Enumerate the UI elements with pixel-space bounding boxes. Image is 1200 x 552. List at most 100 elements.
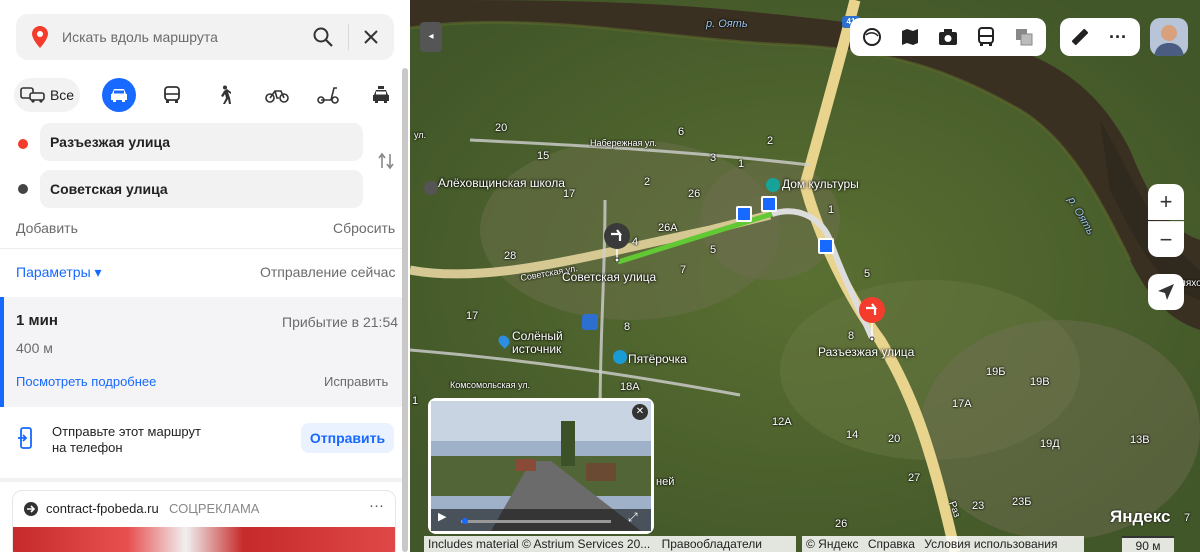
house-number: 20 bbox=[888, 433, 901, 445]
street-label: Комсомольская ул. bbox=[450, 380, 531, 390]
parameters-button[interactable]: Параметры ▾ bbox=[16, 264, 102, 281]
my-location-button[interactable] bbox=[1148, 274, 1184, 310]
panel-scrollbar[interactable] bbox=[402, 68, 408, 552]
mode-bus-button[interactable] bbox=[160, 78, 184, 112]
poi-store[interactable]: Пятёрочка bbox=[628, 352, 687, 366]
poi-culture-house[interactable]: Дом культуры bbox=[782, 177, 859, 191]
store-icon[interactable] bbox=[613, 350, 627, 364]
mode-scooter-button[interactable] bbox=[316, 78, 340, 112]
more-icon[interactable]: ··· bbox=[1104, 23, 1132, 51]
search-input[interactable]: Искать вдоль маршрута bbox=[62, 29, 218, 45]
divider bbox=[0, 248, 404, 249]
search-icon[interactable] bbox=[310, 24, 336, 50]
street-view-preview[interactable]: ▶ ⤢ ✕ ней bbox=[428, 398, 674, 534]
house-number: 13В bbox=[1130, 434, 1150, 446]
house-number: 19Б bbox=[986, 366, 1006, 378]
house-number: 2 bbox=[767, 135, 774, 147]
traffic-icon[interactable] bbox=[896, 23, 924, 51]
swap-icon[interactable] bbox=[378, 152, 394, 170]
zoom-out-button[interactable]: − bbox=[1148, 221, 1184, 257]
house-number: 8 bbox=[848, 330, 855, 342]
ad-banner-image bbox=[13, 527, 395, 552]
house-number: 14 bbox=[846, 429, 859, 441]
collapse-panel-button[interactable]: ◂ bbox=[420, 22, 442, 52]
map-canvas[interactable]: р. Оять р. Оять Набережная ул. Советская… bbox=[410, 0, 1200, 552]
taxi-icon bbox=[373, 86, 389, 103]
panorama-icon[interactable] bbox=[858, 23, 886, 51]
imagery-attribution: Includes material © Astrium Services 20.… bbox=[428, 537, 651, 551]
museum-icon[interactable] bbox=[766, 178, 780, 192]
attribution-bar: Includes material © Astrium Services 20.… bbox=[424, 536, 796, 552]
house-number: 1 bbox=[412, 395, 419, 407]
school-icon[interactable] bbox=[424, 181, 438, 195]
send-route-text-line1: Отправьте этот маршрут bbox=[52, 424, 201, 439]
poi-spring[interactable]: Солёный источник bbox=[512, 330, 580, 356]
reset-route-link[interactable]: Сбросить bbox=[333, 220, 395, 236]
route-end-label: Разъезжая улица bbox=[818, 345, 915, 359]
add-waypoint-link[interactable]: Добавить bbox=[16, 220, 78, 236]
house-number: 7 bbox=[680, 264, 687, 276]
house-number: 20 bbox=[495, 122, 508, 134]
bus-stop-icon[interactable] bbox=[582, 314, 598, 330]
house-number: 5 bbox=[864, 268, 871, 280]
route-to-field[interactable]: Советская улица bbox=[40, 170, 363, 208]
send-route-button[interactable]: Отправить bbox=[301, 423, 394, 453]
house-number: 2 bbox=[644, 176, 651, 188]
river-label: р. Оять bbox=[706, 18, 748, 30]
house-number: 5 bbox=[710, 244, 717, 256]
mode-taxi-button[interactable] bbox=[369, 78, 393, 112]
location-pin-icon bbox=[32, 26, 48, 48]
camera-icon[interactable] bbox=[934, 23, 962, 51]
scale-label: 90 м bbox=[1135, 539, 1161, 552]
map-layers-icon[interactable] bbox=[1010, 23, 1038, 51]
route-end-pin-icon[interactable] bbox=[857, 296, 887, 342]
transit-icon[interactable] bbox=[972, 23, 1000, 51]
house-number: 23Б bbox=[1012, 496, 1032, 508]
mode-walk-button[interactable] bbox=[212, 78, 236, 112]
report-error-link[interactable]: Исправить bbox=[324, 374, 388, 389]
house-number: 12А bbox=[772, 416, 792, 428]
map-tools-toolbar: ··· bbox=[1060, 18, 1140, 56]
house-number: 27 bbox=[908, 472, 921, 484]
route-distance: 400 м bbox=[16, 340, 53, 356]
house-number: 17 bbox=[563, 188, 576, 200]
help-link[interactable]: Справка bbox=[868, 537, 915, 551]
walk-icon bbox=[221, 85, 231, 104]
rights-holders-link[interactable]: Правообладатели bbox=[662, 537, 762, 551]
mode-bike-button[interactable] bbox=[264, 78, 290, 112]
ad-tag: СОЦРЕКЛАМА bbox=[169, 501, 260, 516]
mode-all-button[interactable]: Все bbox=[14, 78, 80, 112]
copyright: © Яндекс bbox=[806, 537, 859, 551]
close-icon[interactable] bbox=[358, 24, 384, 50]
house-number: 23 bbox=[972, 500, 985, 512]
ad-block[interactable]: contract-fpobeda.ru СОЦРЕКЛАМА ··· bbox=[12, 490, 396, 552]
ad-more-button[interactable]: ··· bbox=[369, 497, 384, 514]
yandex-logo: Яндекс bbox=[1110, 507, 1171, 526]
ad-domain[interactable]: contract-fpobeda.ru bbox=[46, 501, 159, 516]
user-avatar[interactable] bbox=[1150, 18, 1188, 56]
departure-time-selector[interactable]: Отправление сейчас bbox=[260, 264, 395, 280]
house-number: 15 bbox=[537, 150, 550, 162]
arrival-time: Прибытие в 21:54 bbox=[282, 314, 399, 330]
terms-link[interactable]: Условия использования bbox=[924, 537, 1057, 551]
poi-school[interactable]: Алёховщинская школа bbox=[438, 177, 565, 190]
route-search-box[interactable]: Искать вдоль маршрута bbox=[16, 14, 394, 60]
zoom-in-button[interactable]: + bbox=[1148, 184, 1184, 220]
route-details-link[interactable]: Посмотреть подробнее bbox=[16, 374, 156, 389]
fullscreen-icon[interactable]: ⤢ bbox=[628, 510, 638, 525]
house-number: 28 bbox=[504, 250, 517, 262]
play-icon[interactable]: ▶ bbox=[438, 510, 446, 523]
house-number: 4 bbox=[632, 236, 639, 248]
mode-all-label: Все bbox=[49, 87, 75, 103]
ruler-icon[interactable] bbox=[1066, 23, 1094, 51]
divider bbox=[0, 478, 404, 482]
route-start-pin-icon[interactable] bbox=[602, 222, 632, 262]
house-number: 19Д bbox=[1040, 438, 1060, 450]
transport-modes: Все bbox=[14, 78, 398, 112]
mode-car-button[interactable] bbox=[102, 78, 136, 112]
close-icon[interactable]: ✕ bbox=[632, 404, 648, 420]
route-from-field[interactable]: Разъезжая улица bbox=[40, 123, 363, 161]
crosswalk-sign-icon bbox=[761, 196, 777, 212]
route-duration: 1 мин bbox=[16, 312, 58, 329]
crosswalk-sign-icon bbox=[818, 238, 834, 254]
